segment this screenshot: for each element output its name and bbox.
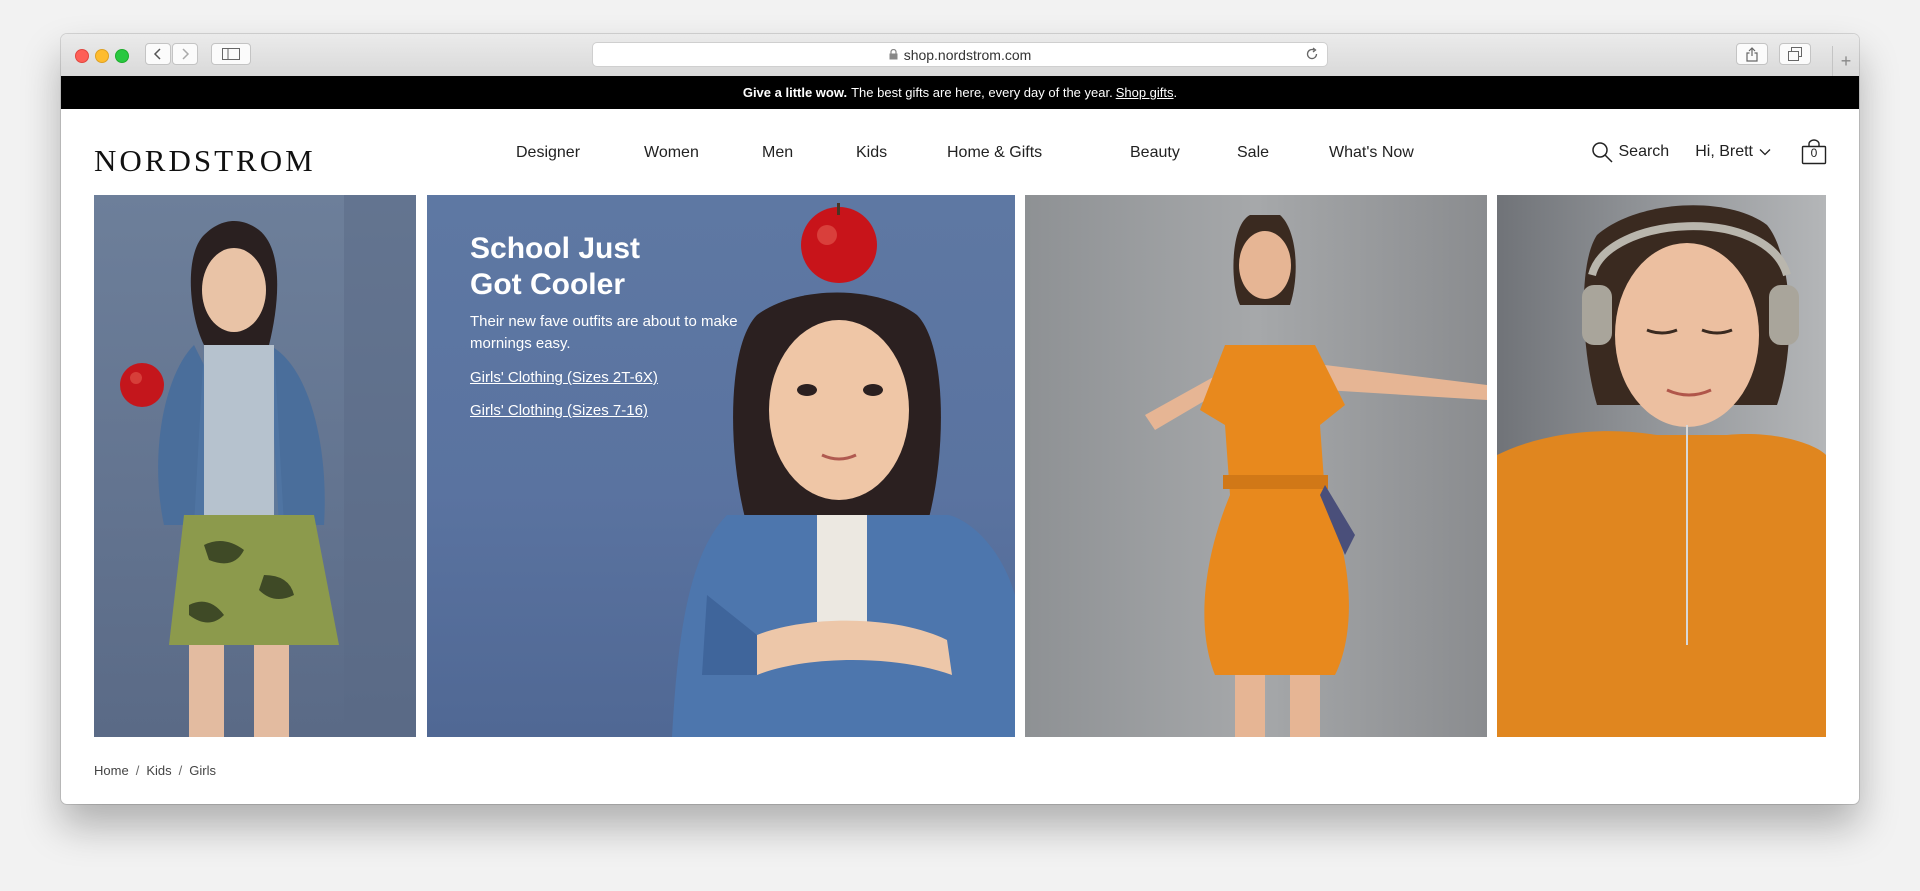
hero-title: School Just Got Cooler <box>470 231 790 303</box>
sidebar-button[interactable] <box>211 43 251 65</box>
account-menu[interactable]: Hi, Brett <box>1695 143 1771 161</box>
shop-gifts-link[interactable]: Shop gifts <box>1116 85 1174 100</box>
breadcrumb-girls: Girls <box>189 763 216 778</box>
new-tab-button[interactable]: + <box>1832 46 1859 76</box>
hero-copy: School Just Got Cooler Their new fave ou… <box>470 231 790 419</box>
hero-title-line1: School Just <box>470 232 641 265</box>
nav-sale[interactable]: Sale <box>1237 144 1329 162</box>
forward-button[interactable] <box>172 43 198 65</box>
promo-end: . <box>1173 85 1178 100</box>
nav-whats-now[interactable]: What's Now <box>1329 144 1414 162</box>
hero-image-girl-headphones[interactable] <box>1497 195 1826 737</box>
browser-toolbar: shop.nordstrom.com + <box>61 34 1859 77</box>
breadcrumb-separator: / <box>178 763 183 778</box>
girl-dress-illustration <box>1145 215 1487 737</box>
reload-icon[interactable] <box>1305 47 1319 61</box>
breadcrumb-home[interactable]: Home <box>94 763 129 778</box>
address-bar[interactable]: shop.nordstrom.com <box>592 42 1328 67</box>
hero-title-line2: Got Cooler <box>470 268 625 301</box>
plus-icon: + <box>1840 50 1852 71</box>
breadcrumb-kids[interactable]: Kids <box>146 763 171 778</box>
girls-clothing-2t-6x-link[interactable]: Girls' Clothing (Sizes 2T-6X) <box>470 369 790 386</box>
sidebar-icon <box>222 48 240 60</box>
hero-image-girl-jacket[interactable] <box>94 195 416 737</box>
promo-bold-text: Give a little wow. <box>742 85 848 100</box>
search-label: Search <box>1618 143 1670 160</box>
breadcrumb: Home / Kids / Girls <box>94 763 216 778</box>
tabs-overview-button[interactable] <box>1779 43 1811 65</box>
hero-subtitle: Their new fave outfits are about to make… <box>470 313 738 352</box>
hero-feature-panel[interactable]: School Just Got Cooler Their new fave ou… <box>427 195 1015 737</box>
url-text: shop.nordstrom.com <box>903 46 1032 63</box>
girl-headphones-illustration <box>1497 205 1826 737</box>
browser-window: shop.nordstrom.com + Give a little wow. … <box>61 34 1859 804</box>
girls-clothing-7-16-link[interactable]: Girls' Clothing (Sizes 7-16) <box>470 402 790 419</box>
share-icon <box>1746 46 1758 62</box>
site-header: NORDSTROM Designer Women Men Kids Home &… <box>61 109 1859 199</box>
chevron-right-icon <box>182 48 190 60</box>
back-button[interactable] <box>145 43 171 65</box>
account-label: Hi, Brett <box>1695 143 1753 160</box>
nordstrom-logo[interactable]: NORDSTROM <box>94 143 316 179</box>
nav-home-gifts[interactable]: Home & Gifts <box>947 144 1130 162</box>
girl-jacket-illustration <box>120 195 416 737</box>
minimize-window-button[interactable] <box>95 49 109 63</box>
bag-count: 0 <box>1810 146 1818 160</box>
close-window-button[interactable] <box>75 49 89 63</box>
header-actions: Search Hi, Brett 0 <box>1591 139 1828 165</box>
chevron-left-icon <box>153 48 161 60</box>
search-button[interactable]: Search <box>1591 141 1670 163</box>
zoom-window-button[interactable] <box>115 49 129 63</box>
promo-text: The best gifts are here, every day of th… <box>851 85 1113 100</box>
nav-beauty[interactable]: Beauty <box>1130 144 1237 162</box>
hero-image-girl-orange-dress[interactable] <box>1025 195 1487 737</box>
search-icon <box>1591 142 1613 163</box>
main-nav: Designer Women Men Kids Home & Gifts Bea… <box>516 144 1414 162</box>
lock-icon <box>889 49 898 60</box>
nav-kids[interactable]: Kids <box>856 144 947 162</box>
promo-banner: Give a little wow. The best gifts are he… <box>61 76 1859 109</box>
share-button[interactable] <box>1736 43 1768 65</box>
tabs-icon <box>1788 47 1802 61</box>
shopping-bag-button[interactable]: 0 <box>1801 139 1827 165</box>
nav-men[interactable]: Men <box>762 144 856 162</box>
nav-designer[interactable]: Designer <box>516 144 644 162</box>
nav-women[interactable]: Women <box>644 144 762 162</box>
breadcrumb-separator: / <box>135 763 140 778</box>
chevron-down-icon <box>1759 149 1771 156</box>
